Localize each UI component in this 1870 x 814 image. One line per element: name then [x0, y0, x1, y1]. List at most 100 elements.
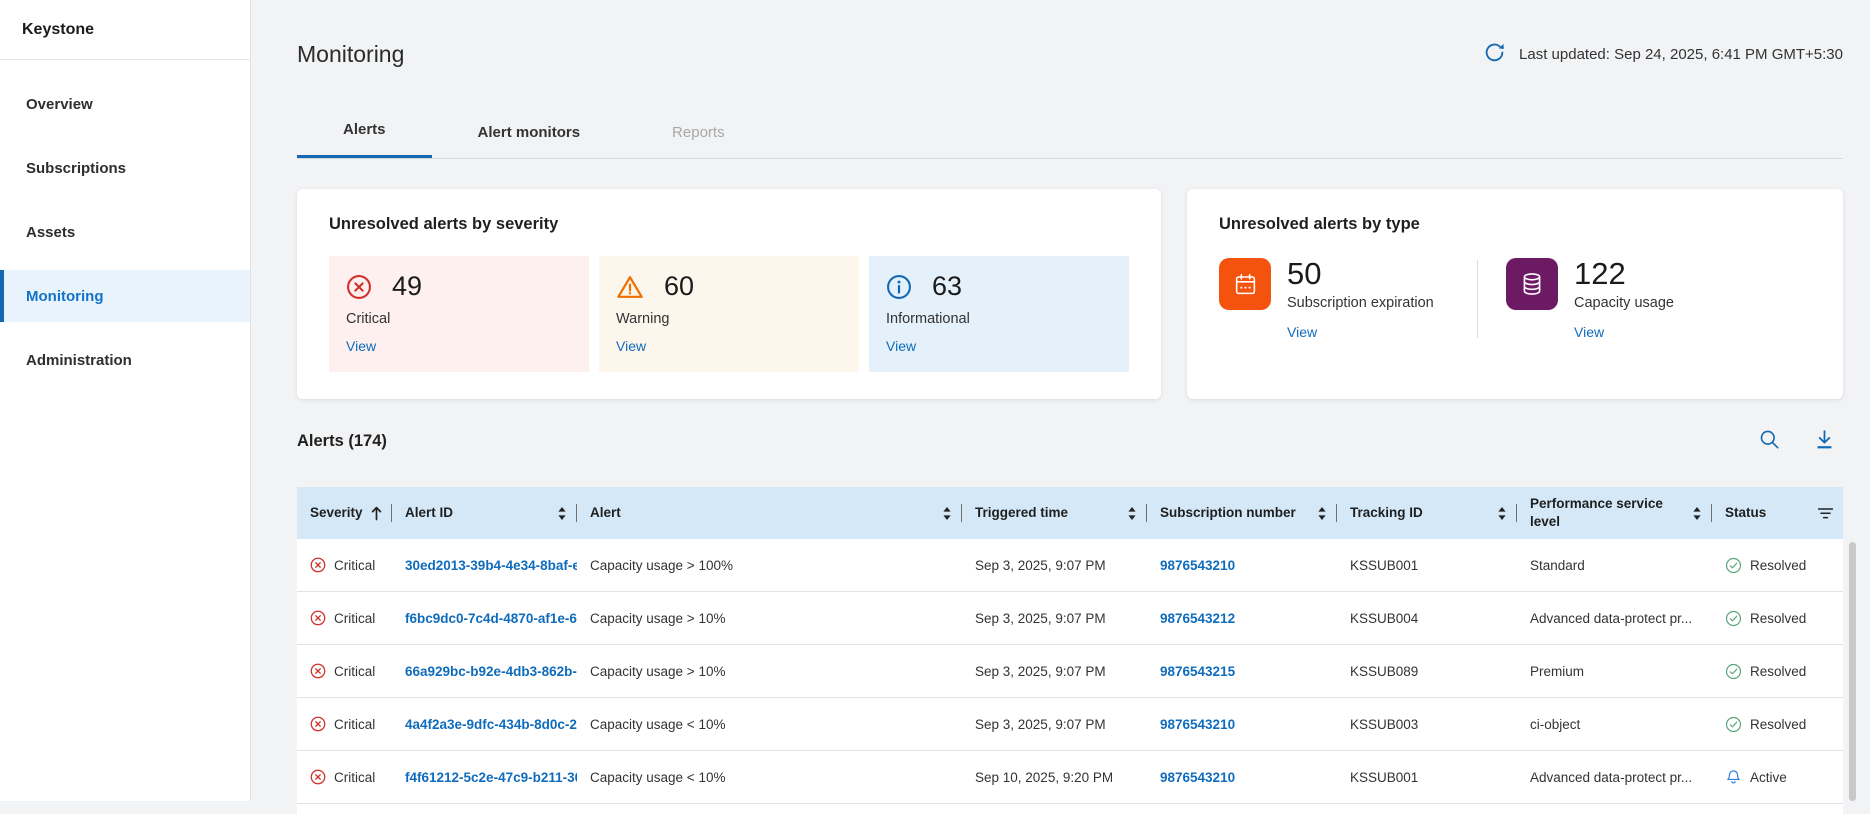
tracking-id-cell: KSSUB003 — [1337, 698, 1517, 750]
column-header-alert[interactable]: Alert — [577, 487, 962, 539]
subscription-number-link[interactable]: 9876543210 — [1147, 698, 1337, 750]
view-link-informational[interactable]: View — [886, 338, 916, 354]
alert-cell: Capacity usage > 100% — [577, 539, 962, 591]
app-brand: Keystone — [0, 0, 250, 60]
type-entry-text: 122 Capacity usage View — [1574, 258, 1674, 342]
subscription-number-link[interactable]: 9876543212 — [1147, 592, 1337, 644]
alert-id-link[interactable]: f6bc9dc0-7c4d-4870-af1e-6ff7e... — [392, 592, 577, 644]
critical-icon — [310, 610, 326, 626]
sort-both-icon[interactable] — [936, 506, 952, 521]
view-link-warning[interactable]: View — [616, 338, 646, 354]
type-label: Subscription expiration — [1287, 295, 1434, 311]
sidebar-item-assets[interactable]: Assets — [0, 206, 250, 258]
severity-tile-critical: 49 Critical View — [329, 256, 589, 372]
status-cell: Active — [1712, 751, 1843, 803]
column-label: Tracking ID — [1350, 504, 1423, 522]
sort-both-icon[interactable] — [1121, 506, 1137, 521]
type-entries: 50 Subscription expiration View 122 Capa… — [1219, 258, 1811, 342]
filter-icon[interactable] — [1812, 507, 1833, 520]
critical-icon — [310, 769, 326, 785]
column-header-performance-service-level[interactable]: Performance service level — [1517, 487, 1712, 539]
resolved-check-icon — [1725, 716, 1742, 733]
alert-id-link[interactable]: 66a929bc-b92e-4db3-862b-fb2... — [392, 645, 577, 697]
table-row[interactable]: Critical 30ed2013-39b4-4e34-8baf-e9c... … — [297, 539, 1843, 592]
view-link-subscription-expiration[interactable]: View — [1287, 324, 1317, 340]
triggered-time-cell: Sep 10, 2025, 9:20 PM — [962, 751, 1147, 803]
sort-both-icon[interactable] — [1311, 506, 1327, 521]
summary-cards: Unresolved alerts by severity 49 Critica… — [297, 189, 1843, 399]
subscription-number-link[interactable]: 9876543210 — [1147, 539, 1337, 591]
column-header-status[interactable]: Status — [1712, 487, 1843, 539]
unresolved-by-severity-card: Unresolved alerts by severity 49 Critica… — [297, 189, 1161, 399]
column-header-subscription-number[interactable]: Subscription number — [1147, 487, 1337, 539]
alert-id-link[interactable]: f4f61212-5c2e-47c9-b211-302b... — [392, 751, 577, 803]
unresolved-by-type-card: Unresolved alerts by type 50 Subscriptio… — [1187, 189, 1843, 399]
refresh-button[interactable] — [1484, 42, 1505, 66]
alert-cell: Capacity usage > 10% — [577, 645, 962, 697]
severity-tile-top: 63 — [886, 271, 1112, 302]
alert-cell: Capacity usage < 10% — [577, 698, 962, 750]
severity-tile-warning: 60 Warning View — [599, 256, 859, 372]
tracking-id-cell: KSSUB089 — [1337, 645, 1517, 697]
sort-both-icon[interactable] — [1686, 506, 1702, 521]
column-header-tracking-id[interactable]: Tracking ID — [1337, 487, 1517, 539]
search-button[interactable] — [1759, 429, 1780, 453]
page-title: Monitoring — [297, 41, 404, 68]
alert-cell: Capacity usage < 10% — [577, 751, 962, 803]
critical-icon — [310, 716, 326, 732]
refresh-icon — [1484, 42, 1505, 66]
alerts-table: Severity Alert ID Alert Triggered time S… — [297, 487, 1843, 814]
severity-tile-top: 60 — [616, 271, 842, 302]
view-link-capacity-usage[interactable]: View — [1574, 324, 1604, 340]
sidebar-item-monitoring[interactable]: Monitoring — [0, 270, 250, 322]
triggered-time-cell: Sep 3, 2025, 9:07 PM — [962, 645, 1147, 697]
severity-cell: Critical — [297, 592, 392, 644]
triggered-time-cell: Sep 3, 2025, 9:07 PM — [962, 698, 1147, 750]
alert-id-link[interactable]: 4a4f2a3e-9dfc-434b-8d0c-25d... — [392, 698, 577, 750]
subscription-number-link[interactable]: 9876543210 — [1147, 751, 1337, 803]
tab-alert-monitors[interactable]: Alert monitors — [432, 104, 627, 158]
table-scrollbar[interactable] — [1849, 542, 1856, 801]
sidebar-item-administration[interactable]: Administration — [0, 334, 250, 386]
status-cell: Resolved — [1712, 539, 1843, 591]
resolved-check-icon — [1725, 557, 1742, 574]
sort-both-icon[interactable] — [1491, 506, 1507, 521]
alerts-section-header: Alerts (174) — [297, 427, 1843, 455]
severity-cell: Critical — [297, 645, 392, 697]
alerts-actions — [1759, 429, 1843, 453]
sidebar-item-overview[interactable]: Overview — [0, 78, 250, 130]
performance-service-level-cell: Standard — [1517, 539, 1712, 591]
type-card-title: Unresolved alerts by type — [1219, 215, 1811, 234]
tab-reports[interactable]: Reports — [626, 104, 771, 158]
page-header: Monitoring Last updated: Sep 24, 2025, 6… — [297, 40, 1843, 68]
critical-icon — [310, 663, 326, 679]
severity-label: Informational — [886, 311, 1112, 327]
table-row[interactable]: Critical 66a929bc-b92e-4db3-862b-fb2... … — [297, 645, 1843, 698]
sidebar-item-subscriptions[interactable]: Subscriptions — [0, 142, 250, 194]
alert-id-link[interactable]: 30ed2013-39b4-4e34-8baf-e9c... — [392, 539, 577, 591]
resolved-check-icon — [1725, 663, 1742, 680]
column-header-triggered-time[interactable]: Triggered time — [962, 487, 1147, 539]
type-count: 122 — [1574, 258, 1674, 290]
column-label: Alert ID — [405, 504, 453, 522]
tab-alerts[interactable]: Alerts — [297, 104, 432, 158]
sort-asc-icon[interactable] — [365, 506, 382, 521]
warning-icon — [616, 273, 644, 301]
view-link-critical[interactable]: View — [346, 338, 376, 354]
tracking-id-cell: KSSUB001 — [1337, 539, 1517, 591]
resolved-check-icon — [1725, 610, 1742, 627]
column-header-severity[interactable]: Severity — [297, 487, 392, 539]
column-header-alert-id[interactable]: Alert ID — [392, 487, 577, 539]
download-button[interactable] — [1814, 429, 1835, 453]
table-row[interactable]: Critical f6bc9dc0-7c4d-4870-af1e-6ff7e..… — [297, 592, 1843, 645]
performance-service-level-cell: Premium — [1517, 645, 1712, 697]
severity-label: Warning — [616, 311, 842, 327]
severity-cell: Critical — [297, 539, 392, 591]
table-row[interactable]: Critical 4a4f2a3e-9dfc-434b-8d0c-25d... … — [297, 698, 1843, 751]
tracking-id-cell: KSSUB004 — [1337, 592, 1517, 644]
subscription-number-link[interactable]: 9876543215 — [1147, 645, 1337, 697]
table-row[interactable]: Critical f4f61212-5c2e-47c9-b211-302b...… — [297, 751, 1843, 804]
column-label: Performance service level — [1530, 495, 1686, 531]
sort-both-icon[interactable] — [551, 506, 567, 521]
severity-cell: Critical — [297, 698, 392, 750]
